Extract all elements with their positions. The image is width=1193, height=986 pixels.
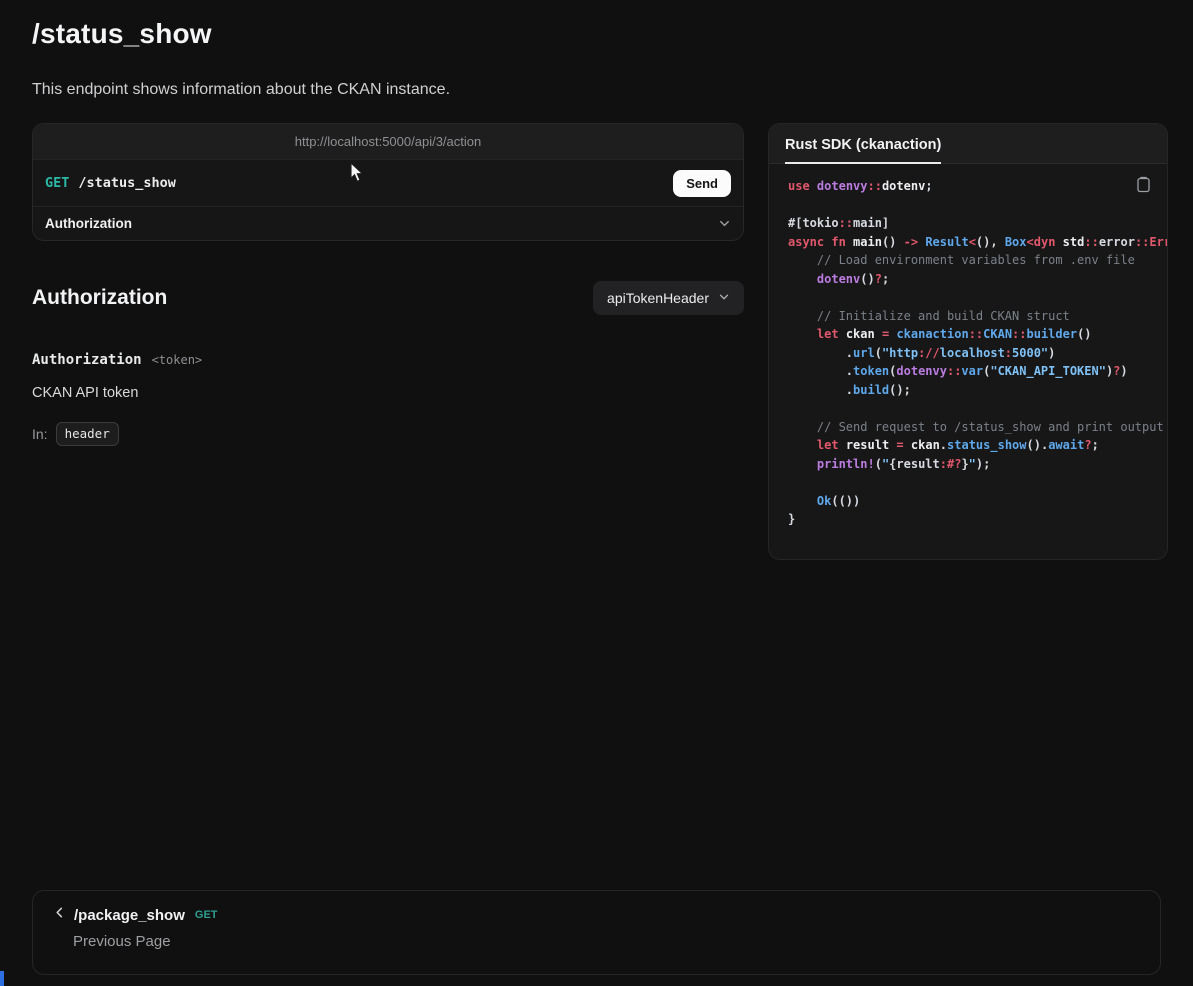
code-lines: use dotenvy::dotenv; #[tokio::main]async… (788, 177, 1167, 529)
request-card: http://localhost:5000/api/3/action GET /… (32, 123, 744, 241)
previous-page-method: GET (195, 909, 218, 921)
in-value-badge: header (56, 422, 119, 446)
main-content: http://localhost:5000/api/3/action GET /… (0, 99, 1193, 560)
in-label: In: (32, 426, 48, 442)
previous-page-label: Previous Page (53, 933, 1140, 950)
request-row: GET /status_show Send (33, 160, 743, 206)
page-description: This endpoint shows information about th… (32, 81, 1161, 99)
auth-collapse-row[interactable]: Authorization (33, 206, 743, 240)
clipboard-icon (1136, 181, 1151, 196)
chevron-down-icon (718, 290, 730, 306)
chevron-down-icon (718, 217, 731, 230)
authorization-heading: Authorization (32, 286, 167, 310)
tab-rust-sdk[interactable]: Rust SDK (ckanaction) (785, 137, 941, 164)
request-card-header: http://localhost:5000/api/3/action (33, 124, 743, 160)
previous-page-card[interactable]: /package_show GET Previous Page (32, 890, 1161, 975)
previous-page-title: /package_show (74, 907, 185, 924)
param-type: <token> (152, 353, 203, 367)
copy-button[interactable] (1134, 174, 1153, 198)
auth-collapse-label: Authorization (45, 216, 132, 231)
auth-scheme-value: apiTokenHeader (607, 290, 709, 306)
param-name: Authorization (32, 352, 142, 368)
param-description: CKAN API token (32, 385, 744, 401)
left-column: http://localhost:5000/api/3/action GET /… (32, 123, 744, 446)
chevron-left-icon (53, 906, 66, 924)
base-url: http://localhost:5000/api/3/action (295, 134, 481, 149)
page-header: /status_show This endpoint shows informa… (0, 0, 1193, 99)
auth-scheme-select[interactable]: apiTokenHeader (593, 281, 744, 315)
code-body: use dotenvy::dotenv; #[tokio::main]async… (769, 164, 1167, 559)
send-button[interactable]: Send (673, 170, 731, 197)
endpoint-path: /status_show (78, 175, 176, 191)
code-panel-header: Rust SDK (ckanaction) (769, 124, 1167, 164)
code-sample-panel: Rust SDK (ckanaction) use dotenvy::doten… (768, 123, 1168, 560)
focus-fragment (0, 971, 4, 986)
authorization-section: Authorization apiTokenHeader Authorizati… (32, 281, 744, 446)
page-title: /status_show (32, 18, 1161, 50)
method-badge: GET (45, 175, 69, 191)
